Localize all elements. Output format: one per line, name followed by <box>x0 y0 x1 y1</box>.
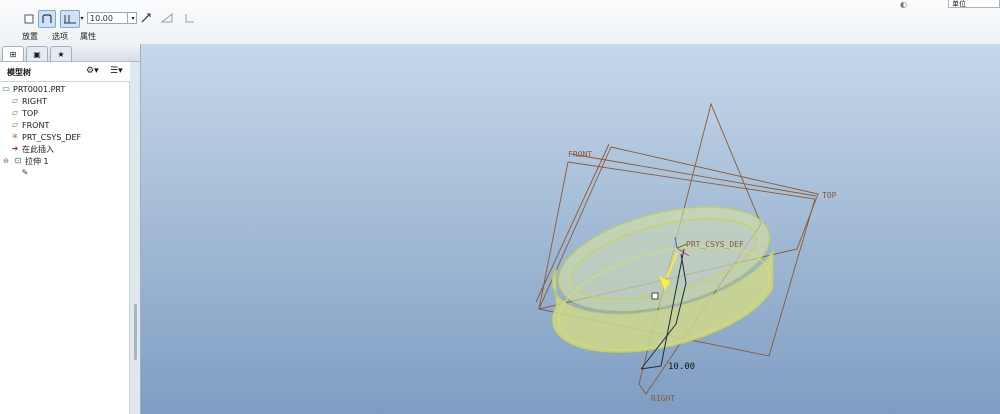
flip-direction-icon[interactable] <box>140 10 152 26</box>
remove-material-icon[interactable] <box>160 10 174 26</box>
units-box[interactable]: 单位 <box>948 0 1000 8</box>
chevron-down-icon[interactable]: ▾ <box>127 12 138 24</box>
folder-browser-tab-icon[interactable]: ▣ <box>26 46 48 61</box>
tab-properties[interactable]: 属性 <box>80 31 96 42</box>
model-tree: ▭ PRT0001.PRT ▱ RIGHT ▱ TOP ▱ FRONT ✳ PR… <box>0 82 130 414</box>
sketch-icon: ✎ <box>21 168 29 177</box>
top-datum-label: TOP <box>822 191 837 200</box>
model-tree-header: 模型树 ⚙▾ ☰▾ <box>0 62 130 82</box>
tree-item-top[interactable]: ▱ TOP <box>10 107 38 119</box>
graphics-viewport[interactable]: FRONT TOP RIGHT PRT_CSYS_DEF 10.00 <box>141 44 1000 414</box>
tree-item-sketch[interactable]: ✎ <box>20 167 32 179</box>
tree-item-label: TOP <box>22 108 39 118</box>
navigator-panel: ⊞ ▣ ★ 模型树 ⚙▾ ☰▾ ▭ PRT0001.PRT ▱ RIGHT ▱ … <box>0 44 141 414</box>
tree-settings-icon[interactable]: ⚙▾ <box>86 66 99 76</box>
tree-item-label: 在此插入 <box>22 144 54 154</box>
datum-plane-icon: ▱ <box>11 120 19 129</box>
datum-plane-icon: ▱ <box>11 108 19 117</box>
extrude-icon: ⊡ <box>14 156 22 165</box>
depth-dimension-label: 10.00 <box>668 362 695 372</box>
extrude-surface-button[interactable] <box>38 10 56 28</box>
depth-option-button[interactable] <box>60 10 80 28</box>
tab-options[interactable]: 选项 <box>52 31 68 42</box>
tree-item-right[interactable]: ▱ RIGHT <box>10 95 47 107</box>
tree-item-label: RIGHT <box>22 96 48 106</box>
navigator-tabs: ⊞ ▣ ★ <box>0 44 140 62</box>
pause-icon[interactable]: ◐ <box>900 0 910 10</box>
depth-option-dropdown-icon[interactable]: ▾ <box>79 10 85 26</box>
collapse-icon[interactable]: ⊖ <box>1 156 11 166</box>
thicken-icon[interactable] <box>184 10 196 26</box>
csys-label: PRT_CSYS_DEF <box>686 240 744 249</box>
tree-item-csys[interactable]: ✳ PRT_CSYS_DEF <box>10 131 82 143</box>
model-tree-tab-icon[interactable]: ⊞ <box>2 46 24 61</box>
part-icon: ▭ <box>2 84 10 93</box>
tree-item-label: FRONT <box>22 120 50 130</box>
tree-item-part[interactable]: ▭ PRT0001.PRT <box>1 83 65 95</box>
tree-item-label: 拉伸 1 <box>25 156 49 166</box>
depth-drag-handle[interactable] <box>651 292 659 300</box>
tree-filter-icon[interactable]: ☰▾ <box>110 66 123 76</box>
tree-item-extrude[interactable]: ⊖ ⊡ 拉伸 1 <box>1 155 49 167</box>
tree-item-insert-here[interactable]: ➜ 在此插入 <box>10 143 54 155</box>
tab-placement[interactable]: 放置 <box>22 31 38 42</box>
model-tree-title: 模型树 <box>7 68 31 77</box>
front-datum-label: FRONT <box>568 150 592 159</box>
tree-item-label: PRT0001.PRT <box>13 84 66 94</box>
right-datum-label: RIGHT <box>651 394 675 403</box>
insert-here-arrow-icon: ➜ <box>11 144 19 153</box>
favorites-tab-icon[interactable]: ★ <box>50 46 72 61</box>
extrude-solid-button[interactable] <box>20 10 38 28</box>
extrude-dashboard: ▾ 10.00 ▾ 放置 选项 属性 ◐ 单位 <box>0 0 1000 45</box>
tree-item-front[interactable]: ▱ FRONT <box>10 119 49 131</box>
tree-item-label: PRT_CSYS_DEF <box>22 132 82 142</box>
panel-splitter[interactable] <box>133 244 138 414</box>
csys-icon: ✳ <box>11 132 19 141</box>
datum-plane-icon: ▱ <box>11 96 19 105</box>
